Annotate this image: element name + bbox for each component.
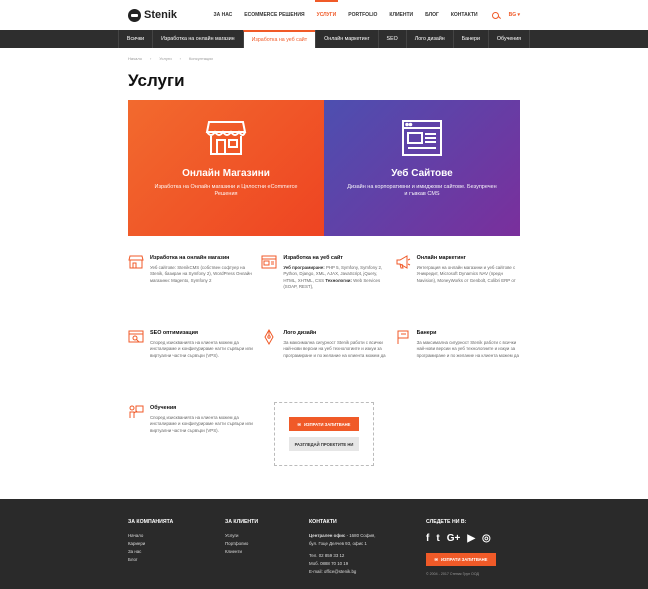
- hero-text: Изработка на Онлайн магазини и Цялостни …: [154, 184, 298, 198]
- service-text: Според изискванията на клиента можем да …: [150, 415, 253, 433]
- subnav-website[interactable]: Изработка на уеб сайт: [242, 30, 316, 48]
- subnav-all[interactable]: Всички: [117, 30, 152, 48]
- footer-link[interactable]: Клиенти: [225, 549, 309, 554]
- nav-blog[interactable]: БЛОГ: [419, 0, 445, 30]
- service-text: За максимална сигурност Stenik работи с …: [283, 340, 386, 358]
- hero-cards: Онлайн Магазини Изработка на Онлайн мага…: [128, 100, 520, 236]
- page-title: Услуги: [128, 71, 185, 90]
- service-title: Онлайн маркетинг: [416, 255, 466, 261]
- footer-inquiry-button[interactable]: ✉ ИЗПРАТИ ЗАПИТВАНЕ: [426, 553, 496, 566]
- envelope-icon: ✉: [434, 557, 439, 562]
- megaphone-icon: [396, 255, 410, 269]
- browser-icon: [261, 255, 277, 269]
- social-icons: f t G+ ▶ ◎: [426, 533, 496, 544]
- nav-portfolio[interactable]: PORTFOLIO: [342, 0, 383, 30]
- services-subnav: Всички Изработка на онлайн магазин Израб…: [0, 30, 648, 48]
- breadcrumb: Начало › Услуги › Консултации: [128, 56, 213, 61]
- service-seo[interactable]: SEO оптимизация Според изискванията на к…: [128, 329, 253, 404]
- breadcrumb-services[interactable]: Услуги: [159, 56, 171, 61]
- subnav-logo[interactable]: Лого дизайн: [405, 30, 453, 48]
- store-icon: [128, 255, 144, 269]
- service-text: Интеграция на онлайн магазини и уеб сайт…: [416, 265, 516, 283]
- youtube-icon[interactable]: ▶: [467, 533, 475, 544]
- service-text: Според изискванията на клиента можем да …: [150, 340, 253, 358]
- store-icon: [205, 121, 247, 155]
- service-text: За максимална сигурност Stenik работи с …: [416, 340, 519, 358]
- office-street: бул. Гоце Делчев 93, офис 1: [309, 541, 367, 546]
- facebook-icon[interactable]: f: [426, 533, 429, 544]
- footer-link[interactable]: Услуги: [225, 533, 309, 538]
- header: Stenik ЗА НАС ECOMMERCE РЕШЕНИЯ УСЛУГИ P…: [0, 0, 648, 30]
- top-nav: ЗА НАС ECOMMERCE РЕШЕНИЯ УСЛУГИ PORTFOLI…: [207, 0, 520, 30]
- footer-link[interactable]: Портфолио: [225, 541, 309, 546]
- cta-cell: ✉ ИЗПРАТИ ЗАПИТВАНЕ РАЗГЛЕДАЙ ПРОЕКТИТЕ …: [261, 402, 386, 479]
- nav-ecommerce[interactable]: ECOMMERCE РЕШЕНИЯ: [238, 0, 310, 30]
- email[interactable]: E-mail: office@stenik.bg: [309, 569, 426, 574]
- nav-services[interactable]: УСЛУГИ: [311, 0, 343, 30]
- cta-box: ✉ ИЗПРАТИ ЗАПИТВАНЕ РАЗГЛЕДАЙ ПРОЕКТИТЕ …: [273, 402, 374, 466]
- service-text: Уеб програмиране: PHP 5, Symfony, Symfon…: [283, 265, 383, 290]
- service-title: Обучения: [150, 405, 177, 411]
- instagram-icon[interactable]: ◎: [482, 533, 491, 544]
- training-icon: [129, 405, 144, 418]
- service-marketing[interactable]: Онлайн маркетинг Интеграция на онлайн ма…: [395, 254, 520, 329]
- nav-clients[interactable]: КЛИЕНТИ: [383, 0, 419, 30]
- subnav-online-store[interactable]: Изработка на онлайн магазин: [152, 30, 242, 48]
- logo-icon: [128, 8, 141, 22]
- hero-title: Уеб Сайтове: [391, 168, 453, 179]
- google-plus-icon[interactable]: G+: [447, 533, 461, 544]
- service-title: Изработка на онлайн магазин: [150, 255, 230, 261]
- browser-icon: [402, 120, 442, 156]
- view-projects-button[interactable]: РАЗГЛЕДАЙ ПРОЕКТИТЕ НИ: [288, 437, 359, 451]
- hero-online-stores[interactable]: Онлайн Магазини Изработка на Онлайн мага…: [128, 100, 324, 236]
- service-training[interactable]: Обучения Според изискванията на клиента …: [128, 404, 253, 479]
- services-grid: Изработка на онлайн магазин Уеб сайтове:…: [128, 254, 520, 479]
- service-title: SEO оптимизация: [150, 330, 199, 336]
- nav-about[interactable]: ЗА НАС: [207, 0, 238, 30]
- pen-icon: [264, 329, 274, 345]
- footer-link[interactable]: Кариери: [128, 541, 225, 546]
- mobile[interactable]: Моб. 0888 70 10 19: [309, 561, 426, 566]
- subnav-training[interactable]: Обучения: [487, 30, 531, 48]
- logo[interactable]: Stenik: [128, 8, 178, 22]
- nav-contacts[interactable]: КОНТАКТИ: [445, 0, 484, 30]
- envelope-icon: ✉: [297, 421, 302, 427]
- service-title: Банери: [416, 330, 437, 336]
- twitter-icon[interactable]: t: [436, 533, 439, 544]
- service-website[interactable]: Изработка на уеб сайт Уеб програмиране: …: [261, 254, 386, 329]
- phone[interactable]: Тел. 02 859 33 12: [309, 553, 426, 558]
- search-icon[interactable]: [491, 11, 499, 19]
- footer-company: ЗА КОМПАНИЯТА Начало Кариери За нас Блог: [128, 519, 225, 577]
- office-address: Централен офис - 1680 София,: [309, 533, 376, 538]
- footer-link[interactable]: За нас: [128, 549, 225, 554]
- footer-link[interactable]: Начало: [128, 533, 225, 538]
- logo-text: Stenik: [144, 9, 178, 21]
- send-inquiry-button[interactable]: ✉ ИЗПРАТИ ЗАПИТВАНЕ: [288, 417, 359, 431]
- service-logo[interactable]: Лого дизайн За максимална сигурност Sten…: [261, 329, 386, 404]
- hero-title: Онлайн Магазини: [182, 168, 270, 179]
- footer: ЗА КОМПАНИЯТА Начало Кариери За нас Блог…: [0, 499, 648, 589]
- subnav-marketing[interactable]: Онлайн маркетинг: [315, 30, 377, 48]
- service-title: Лого дизайн: [283, 330, 317, 336]
- breadcrumb-current: Консултации: [188, 56, 213, 61]
- footer-contacts: КОНТАКТИ Централен офис - 1680 София, бу…: [309, 519, 426, 577]
- service-title: Изработка на уеб сайт: [283, 255, 343, 261]
- service-text: Уеб сайтове: StenikCMS (собствен софтуер…: [150, 265, 252, 283]
- banner-icon: [397, 330, 409, 344]
- service-banners[interactable]: Банери За максимална сигурност Stenik ра…: [395, 329, 520, 404]
- subnav-banners[interactable]: Банери: [452, 30, 488, 48]
- footer-clients: ЗА КЛИЕНТИ Услуги Портфолио Клиенти: [225, 519, 309, 577]
- language-selector[interactable]: BG ▾: [509, 12, 520, 18]
- hero-text: Дизайн на корпоративни и имиджови сайтов…: [347, 184, 497, 198]
- breadcrumb-home[interactable]: Начало: [128, 56, 142, 61]
- copyright: © 2004 - 2017 Стеник Груп ООД: [426, 572, 479, 576]
- footer-follow: СЛЕДЕТЕ НИ В: f t G+ ▶ ◎ ✉ ИЗПРАТИ ЗАПИТ…: [426, 519, 496, 577]
- footer-link[interactable]: Блог: [128, 557, 225, 562]
- hero-websites[interactable]: Уеб Сайтове Дизайн на корпоративни и ими…: [324, 100, 520, 236]
- seo-icon: [128, 330, 144, 343]
- subnav-seo[interactable]: SEO: [377, 30, 406, 48]
- service-online-store[interactable]: Изработка на онлайн магазин Уеб сайтове:…: [128, 254, 253, 329]
